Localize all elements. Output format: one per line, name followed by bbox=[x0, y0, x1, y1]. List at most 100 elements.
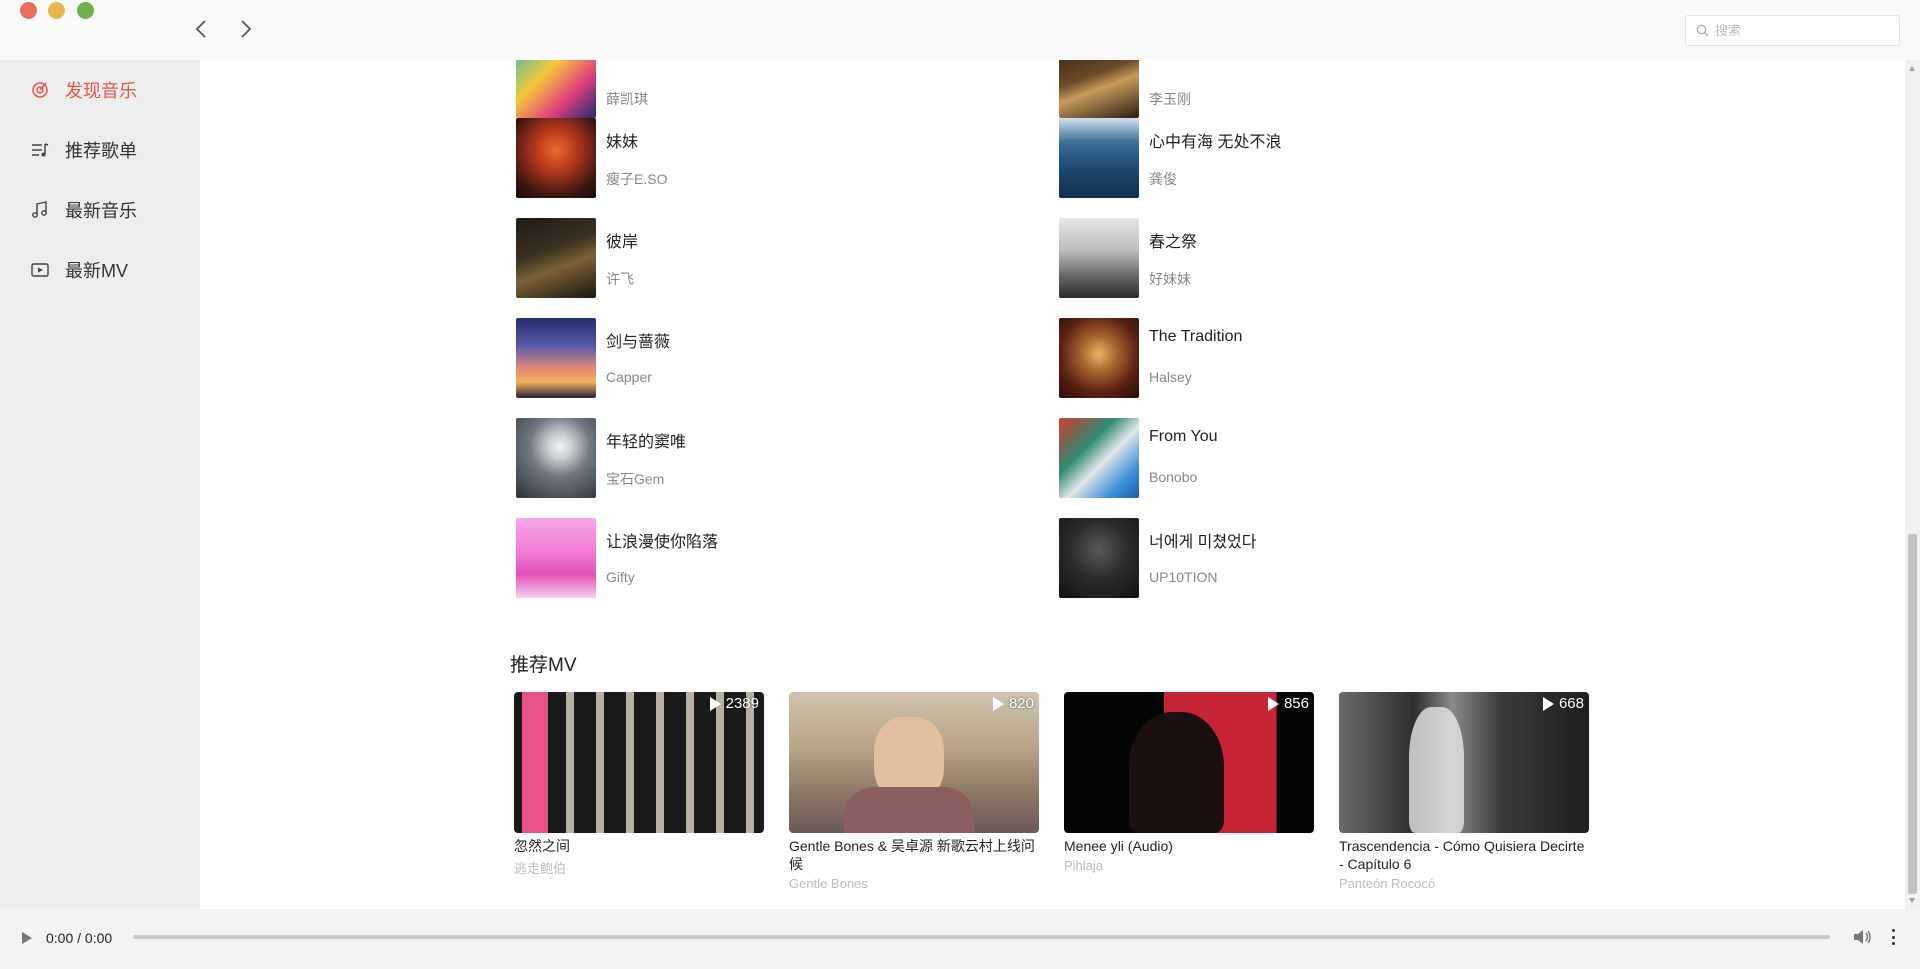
song-artist: 许飞 bbox=[606, 271, 634, 287]
sidebar-item-latest-music[interactable]: 最新音乐 bbox=[30, 195, 137, 225]
song-title: 彼岸 bbox=[606, 234, 639, 251]
song-artist: 龚俊 bbox=[1149, 171, 1177, 187]
song-artist: 薛凯琪 bbox=[606, 91, 648, 107]
mv-card[interactable]: 820 Gentle Bones & 吴卓源 新歌云村上线问候 Gentle B… bbox=[789, 692, 1039, 891]
sidebar-item-latest-mv[interactable]: 最新MV bbox=[30, 255, 128, 285]
play-count-value: 856 bbox=[1283, 695, 1309, 712]
play-count: 856 bbox=[1267, 695, 1309, 712]
mv-title: Menee yli (Audio) bbox=[1064, 838, 1173, 854]
album-cover bbox=[1059, 518, 1139, 598]
album-cover bbox=[1059, 418, 1139, 498]
mv-thumbnail[interactable]: 820 bbox=[789, 692, 1039, 833]
song-item[interactable]: The Tradition Halsey bbox=[1059, 318, 1559, 398]
playlist-icon bbox=[30, 140, 50, 160]
song-title: 让浪漫使你陷落 bbox=[606, 534, 719, 551]
scroll-up-icon[interactable] bbox=[1909, 66, 1915, 71]
back-button[interactable] bbox=[190, 18, 212, 40]
title-bar bbox=[0, 0, 1920, 60]
progress-bar[interactable] bbox=[133, 935, 1830, 939]
song-item[interactable]: 너에게 미쳤었다 UP10TION bbox=[1059, 518, 1559, 598]
play-count: 820 bbox=[992, 695, 1034, 712]
volume-button[interactable] bbox=[1852, 928, 1872, 951]
song-title: 年轻的窦唯 bbox=[606, 434, 687, 451]
song-artist: Capper bbox=[606, 369, 652, 385]
player-time: 0:00 / 0:00 bbox=[46, 930, 113, 946]
album-cover bbox=[516, 518, 596, 598]
chevron-right-icon bbox=[241, 20, 252, 38]
mv-thumbnail[interactable]: 856 bbox=[1064, 692, 1314, 833]
album-cover bbox=[1059, 318, 1139, 398]
song-title: The Tradition bbox=[1149, 328, 1243, 345]
mv-artist: Pihlaja bbox=[1064, 858, 1104, 873]
video-icon bbox=[30, 260, 50, 280]
scroll-thumb[interactable] bbox=[1908, 534, 1917, 894]
song-artist: 好妹妹 bbox=[1149, 271, 1191, 287]
window-close-button[interactable] bbox=[20, 2, 37, 19]
album-cover bbox=[516, 60, 596, 118]
album-cover bbox=[516, 318, 596, 398]
mv-thumbnail-subject bbox=[1129, 712, 1224, 833]
mv-thumbnail[interactable]: 668 bbox=[1339, 692, 1589, 833]
song-item[interactable]: 剑与蔷薇 Capper bbox=[516, 318, 1016, 398]
mv-artist: Gentle Bones bbox=[789, 876, 868, 891]
main-scrollbar[interactable] bbox=[1905, 60, 1920, 909]
song-item[interactable]: 年轻的窦唯 宝石Gem bbox=[516, 418, 1016, 498]
album-cover bbox=[516, 418, 596, 498]
chevron-left-icon bbox=[195, 20, 206, 38]
search-input[interactable] bbox=[1715, 23, 1885, 38]
album-cover bbox=[516, 218, 596, 298]
section-title-recommended-mv: 推荐MV bbox=[510, 655, 577, 676]
play-count-value: 820 bbox=[1008, 695, 1034, 712]
song-title: 妹妹 bbox=[606, 134, 639, 151]
target-icon bbox=[30, 80, 50, 100]
song-artist: 瘦子E.SO bbox=[606, 171, 668, 187]
search-icon bbox=[1696, 24, 1709, 37]
song-artist: Halsey bbox=[1149, 369, 1192, 385]
mv-card[interactable]: 668 Trascendencia - Cómo Quisiera Decirt… bbox=[1339, 692, 1589, 891]
sidebar-item-label: 最新MV bbox=[65, 261, 128, 281]
window-minimize-button[interactable] bbox=[48, 2, 65, 19]
song-artist: Gifty bbox=[606, 569, 635, 585]
mv-card[interactable]: 856 Menee yli (Audio) Pihlaja bbox=[1064, 692, 1314, 873]
forward-button[interactable] bbox=[235, 18, 257, 40]
play-icon bbox=[709, 696, 721, 711]
volume-icon bbox=[1854, 930, 1871, 944]
scroll-down-icon[interactable] bbox=[1909, 898, 1915, 903]
mv-thumbnail-shirt bbox=[844, 787, 974, 833]
main-content: 薛凯琪 妹妹 瘦子E.SO 彼岸 许飞 剑与蔷薇 Capper 年轻的窦唯 宝石… bbox=[200, 60, 1905, 909]
mv-title: Trascendencia - Cómo Quisiera Decirte - … bbox=[1339, 838, 1585, 872]
song-artist: UP10TION bbox=[1149, 569, 1218, 585]
window-maximize-button[interactable] bbox=[77, 2, 94, 19]
play-icon bbox=[992, 696, 1004, 711]
song-item[interactable]: 妹妹 瘦子E.SO bbox=[516, 118, 1016, 198]
song-title: 剑与蔷薇 bbox=[606, 334, 671, 351]
mv-artist: 逃走鲍伯 bbox=[514, 861, 567, 876]
search-box[interactable] bbox=[1685, 15, 1900, 46]
sidebar-item-recommended-playlists[interactable]: 推荐歌单 bbox=[30, 135, 137, 165]
song-title: 너에게 미쳤었다 bbox=[1149, 534, 1257, 551]
play-icon bbox=[1267, 696, 1279, 711]
more-vertical-icon[interactable] bbox=[1890, 927, 1896, 947]
song-item[interactable]: 李玉刚 bbox=[1059, 60, 1559, 118]
mv-artist: Panteón Rococó bbox=[1339, 876, 1436, 891]
song-artist: 李玉刚 bbox=[1149, 91, 1191, 107]
play-icon[interactable] bbox=[22, 932, 32, 944]
song-item[interactable]: 心中有海 无处不浪 龚俊 bbox=[1059, 118, 1559, 198]
sidebar-item-label: 推荐歌单 bbox=[65, 141, 137, 161]
play-count-value: 668 bbox=[1558, 695, 1584, 712]
mv-thumbnail-accent bbox=[522, 692, 548, 833]
song-item[interactable]: From You Bonobo bbox=[1059, 418, 1559, 498]
audio-player: 0:00 / 0:00 bbox=[0, 909, 1920, 969]
play-count: 668 bbox=[1542, 695, 1584, 712]
song-item[interactable]: 彼岸 许飞 bbox=[516, 218, 1016, 298]
song-item[interactable]: 春之祭 好妹妹 bbox=[1059, 218, 1559, 298]
album-cover bbox=[1059, 118, 1139, 198]
mv-thumbnail[interactable]: 2389 bbox=[514, 692, 764, 833]
song-item[interactable]: 让浪漫使你陷落 Gifty bbox=[516, 518, 1016, 598]
music-note-icon bbox=[30, 200, 50, 220]
sidebar-item-discover-music[interactable]: 发现音乐 bbox=[30, 75, 137, 105]
sidebar-item-label: 发现音乐 bbox=[65, 81, 137, 101]
mv-card[interactable]: 2389 忽然之间 逃走鲍伯 bbox=[514, 692, 764, 877]
song-item[interactable]: 薛凯琪 bbox=[516, 60, 1016, 118]
song-title: 春之祭 bbox=[1149, 234, 1198, 251]
